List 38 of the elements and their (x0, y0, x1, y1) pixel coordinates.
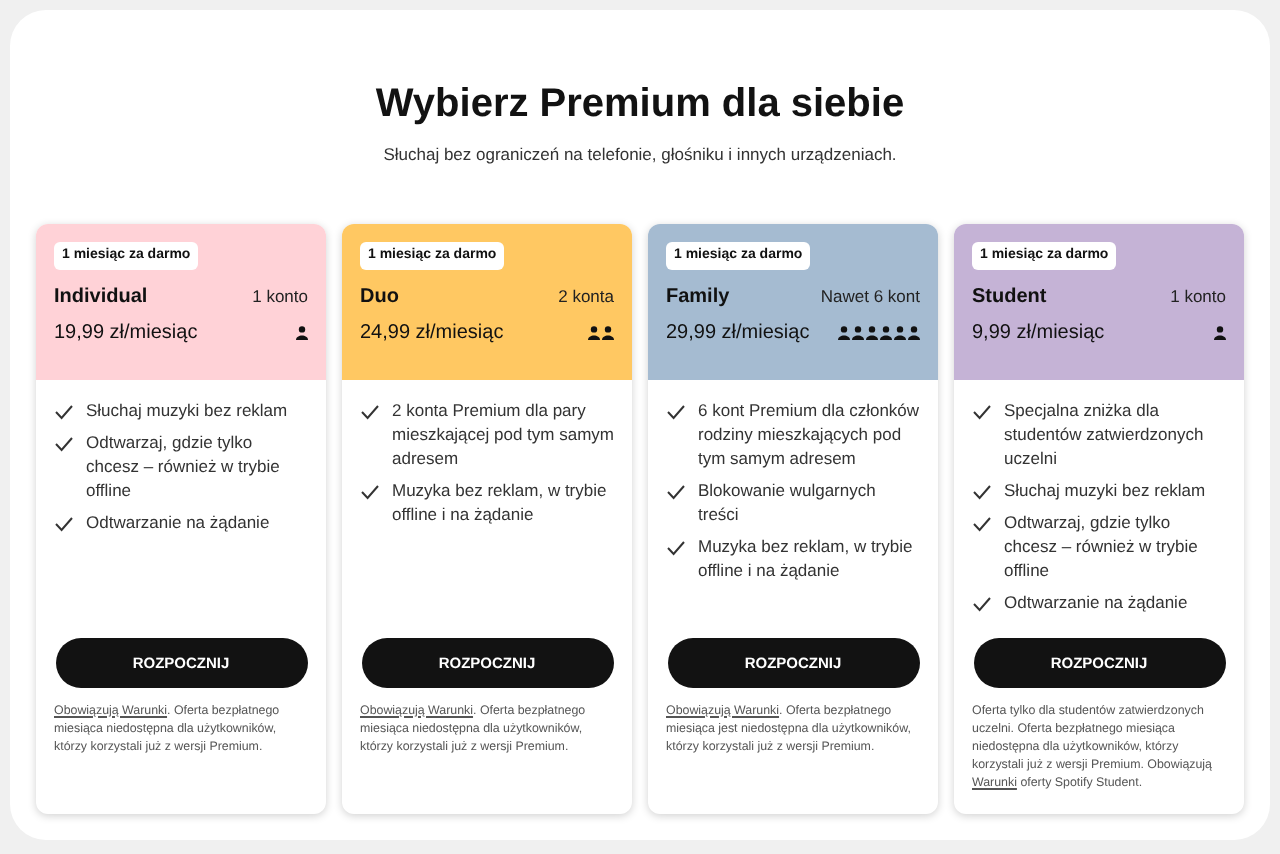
account-count: 1 konto (252, 284, 308, 310)
plan-price: 19,99 zł/miesiąc (54, 320, 198, 349)
plan-price: 9,99 zł/miesiąc (972, 320, 1105, 349)
feature-text: 6 kont Premium dla członków rodziny mieszkających pod tym samym adresem (698, 397, 920, 470)
plan-price: 24,99 zł/miesiąc (360, 320, 504, 349)
feature-text: Odtwarzaj, gdzie tylko chcesz – również w trybie offline (1004, 509, 1200, 582)
check-icon (972, 403, 992, 420)
check-icon (360, 403, 380, 420)
person-icon (588, 326, 614, 341)
plan-name: Family (666, 284, 730, 313)
check-icon (666, 539, 686, 556)
page-title: Wybierz Premium dla siebie (375, 80, 905, 130)
check-icon (360, 483, 380, 500)
feature-text: Odtwarzaj, gdzie tylko chcesz – również w trybie offline (86, 429, 282, 502)
check-icon (972, 595, 992, 612)
plan-name: Student (972, 284, 1047, 313)
feature-text: Słuchaj muzyki bez reklam (1004, 477, 1206, 502)
feature-text: Muzyka bez reklam, w trybie offline i na żądanie (698, 533, 915, 582)
plan-price: 29,99 zł/miesiąc (666, 320, 810, 349)
feature-text: Muzyka bez reklam, w trybie offline i na żądanie (392, 477, 609, 526)
account-count: 1 konto (1170, 284, 1226, 310)
feature-text: Słuchaj muzyki bez reklam (86, 397, 288, 422)
subtitle: Słuchaj bez ograniczeń na telefonie, głośniku i innych urządzeniach. (383, 142, 897, 168)
check-icon (666, 403, 686, 420)
feature-text: Specjalna zniżka dla studentów zatwierdzonych uczelni (1004, 397, 1206, 470)
feature-text: Odtwarzanie na żądanie (86, 509, 270, 534)
check-icon (666, 483, 686, 500)
feature-text: Odtwarzanie na żądanie (1004, 589, 1188, 614)
person-icon (296, 326, 308, 341)
person-icon (838, 326, 920, 341)
account-count: Nawet 6 kont (820, 284, 920, 310)
person-icon (1214, 326, 1226, 341)
account-count: 2 konta (558, 284, 614, 310)
plan-name: Duo (360, 284, 399, 313)
plan-name: Individual (54, 284, 148, 313)
feature-text: 2 konta Premium dla pary mieszkającej pod tym samym adresem (392, 397, 614, 470)
feature-text: Blokowanie wulgarnych treści (698, 477, 878, 526)
check-icon (54, 515, 74, 532)
